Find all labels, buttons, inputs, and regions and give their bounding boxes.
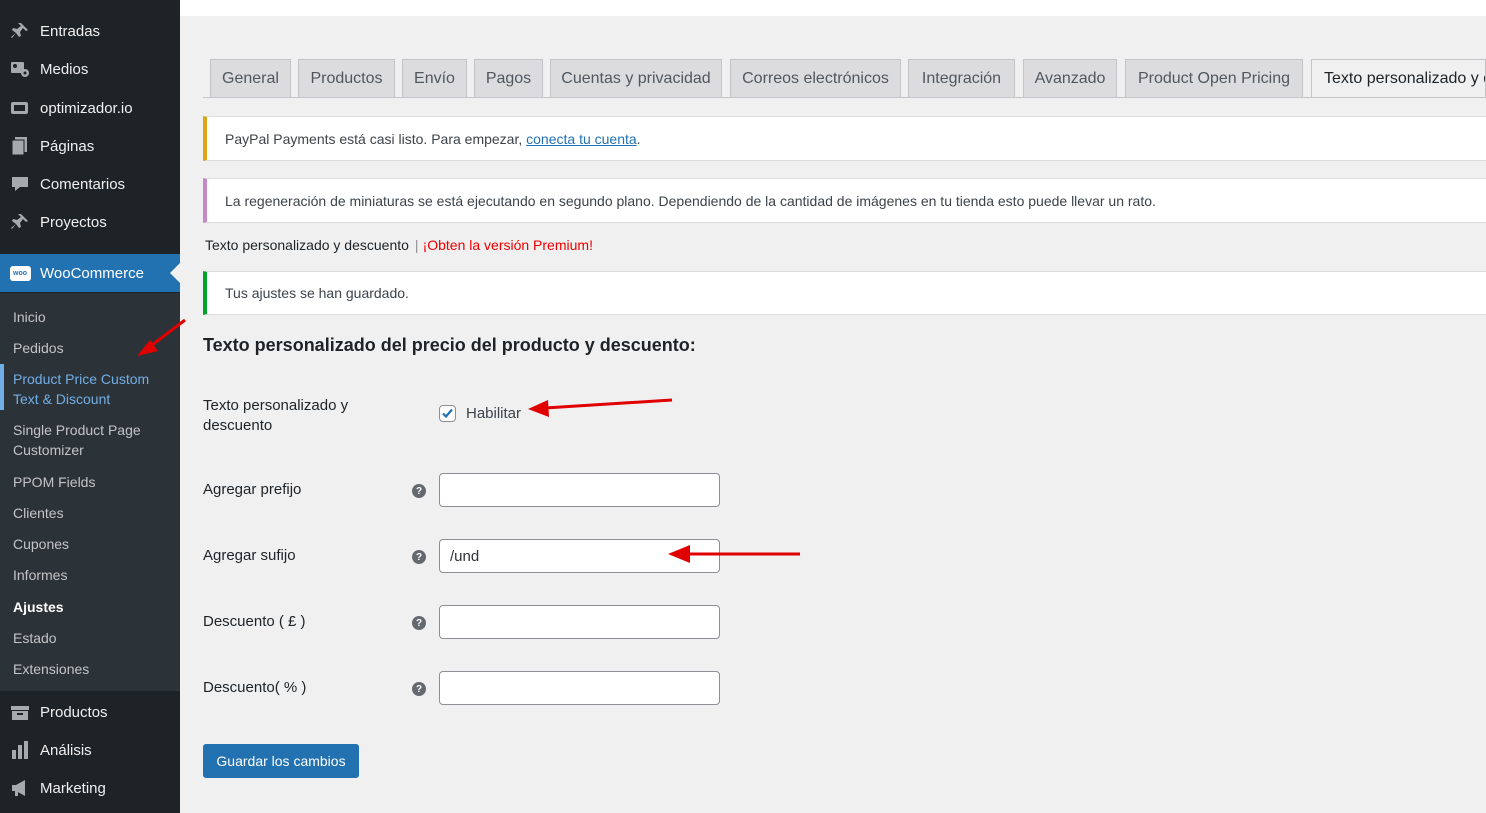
help-icon[interactable]: ? (412, 616, 426, 630)
help-icon[interactable]: ? (412, 484, 426, 498)
menu-label: Entradas (40, 22, 101, 40)
menu-label: Proyectos (40, 213, 107, 231)
menu-label: Medios (40, 60, 89, 78)
tab-general[interactable]: General (210, 59, 291, 97)
products-icon (9, 701, 31, 723)
submenu-item-cupones[interactable]: Cupones (13, 534, 173, 554)
discount-amount-input[interactable] (439, 605, 720, 639)
paypal-notice: PayPal Payments está casi listo. Para em… (203, 116, 1486, 161)
help-icon[interactable]: ? (412, 550, 426, 564)
suffix-field-label: Agregar sufijo (203, 547, 296, 564)
connect-account-link[interactable]: conecta tu cuenta (526, 131, 637, 147)
annotation-arrow-icon (528, 398, 673, 417)
woocommerce-submenu: Inicio Pedidos Product Price Custom Text… (0, 293, 180, 691)
discount-amount-field-label: Descuento ( £ ) (203, 613, 306, 630)
tab-divider (203, 97, 1486, 98)
menu-item-comentarios[interactable]: Comentarios (0, 165, 180, 203)
submenu-item-product-price-custom-text[interactable]: Product Price Custom Text & Discount (13, 369, 173, 409)
tab-product-open-pricing[interactable]: Product Open Pricing (1125, 59, 1303, 97)
plugin-heading-title: Texto personalizado y descuento (205, 237, 409, 253)
menu-item-marketing[interactable]: Marketing (0, 769, 180, 807)
help-icon[interactable]: ? (412, 682, 426, 696)
menu-label: optimizador.io (40, 99, 133, 117)
tab-avanzado[interactable]: Avanzado (1023, 59, 1117, 97)
paypal-notice-end: . (636, 130, 641, 147)
woo-icon: woo (9, 262, 31, 284)
menu-item-optimizador[interactable]: optimizador.io (0, 89, 180, 127)
prefix-field-label: Agregar prefijo (203, 481, 302, 498)
plugin-heading: Texto personalizado y descuento | ¡Obten l… (205, 237, 593, 253)
saved-notice-text: Tus ajustes se han guardado. (225, 285, 409, 301)
submenu-item-clientes[interactable]: Clientes (13, 503, 173, 523)
discount-percent-field-label: Descuento( % ) (203, 679, 307, 696)
tab-integracion[interactable]: Integración (908, 59, 1015, 97)
discount-percent-input[interactable] (439, 671, 720, 705)
pin-icon (9, 20, 31, 42)
menu-item-analisis[interactable]: Análisis (0, 731, 180, 769)
tab-texto-personalizado[interactable]: Texto personalizado y descuento (1311, 59, 1486, 98)
comments-icon (9, 173, 31, 195)
checkmark-icon (442, 408, 453, 419)
menu-item-proyectos[interactable]: Proyectos (0, 203, 180, 241)
tab-envio[interactable]: Envío (402, 59, 467, 97)
menu-item-productos[interactable]: Productos (0, 693, 180, 731)
menu-item-paginas[interactable]: Páginas (0, 127, 180, 165)
megaphone-icon (9, 777, 31, 799)
submenu-item-pedidos[interactable]: Pedidos (13, 338, 173, 358)
regeneration-notice: La regeneración de miniaturas se está ej… (203, 178, 1486, 223)
submenu-item-informes[interactable]: Informes (13, 565, 173, 585)
pin-icon (9, 211, 31, 233)
submenu-item-extensiones[interactable]: Extensiones (13, 659, 173, 679)
premium-link[interactable]: ¡Obten la versión Premium! (423, 237, 593, 253)
current-indicator (0, 364, 4, 410)
tab-productos[interactable]: Productos (298, 59, 395, 97)
media-icon (9, 58, 31, 80)
top-strip (180, 0, 1486, 16)
enable-checkbox-label[interactable]: Habilitar (466, 405, 521, 422)
menu-label: WooCommerce (40, 264, 144, 282)
admin-sidebar: Entradas Medios optimizador.io Páginas C… (0, 0, 180, 813)
suffix-input[interactable] (439, 539, 720, 573)
submenu-item-inicio[interactable]: Inicio (13, 307, 173, 327)
submenu-item-ppom-fields[interactable]: PPOM Fields (13, 472, 173, 492)
tab-pagos[interactable]: Pagos (474, 59, 543, 97)
optimizer-icon (9, 97, 31, 119)
menu-label: Páginas (40, 137, 95, 155)
menu-item-entradas[interactable]: Entradas (0, 12, 180, 50)
menu-item-medios[interactable]: Medios (0, 50, 180, 88)
saved-notice: Tus ajustes se han guardado. (203, 271, 1486, 315)
submenu-item-single-product-page-customizer[interactable]: Single Product Page Customizer (13, 420, 173, 460)
pages-icon (9, 135, 31, 157)
tab-cuentas-y-privacidad[interactable]: Cuentas y privacidad (550, 59, 722, 97)
menu-label: Análisis (40, 741, 92, 759)
submenu-item-estado[interactable]: Estado (13, 628, 173, 648)
menu-label: Marketing (40, 779, 106, 797)
enable-field-label: Texto personalizado y descuento (203, 397, 349, 434)
regeneration-notice-text: La regeneración de miniaturas se está ej… (225, 192, 1156, 209)
submenu-item-ajustes[interactable]: Ajustes (13, 597, 173, 617)
menu-label: Comentarios (40, 175, 126, 193)
plugin-heading-separator: | (414, 237, 419, 253)
enable-checkbox[interactable] (439, 405, 456, 422)
prefix-input[interactable] (439, 473, 720, 507)
paypal-notice-text: PayPal Payments está casi listo. Para em… (225, 130, 523, 147)
menu-label: Productos (40, 703, 108, 721)
section-title: Texto personalizado del precio del produ… (203, 335, 696, 355)
save-changes-button[interactable]: Guardar los cambios (203, 744, 359, 778)
analytics-icon (9, 739, 31, 761)
tab-correos-electronicos[interactable]: Correos electrónicos (730, 59, 901, 97)
menu-item-woocommerce[interactable]: woo WooCommerce (0, 254, 180, 292)
